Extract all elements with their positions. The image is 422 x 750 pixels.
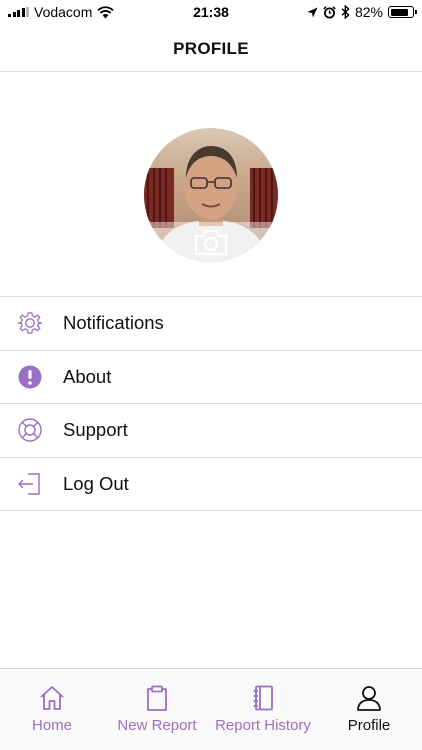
menu-item-about[interactable]: About: [0, 351, 422, 404]
tab-bar: Home New Report Report History Profile: [0, 668, 422, 750]
status-right: 82%: [307, 4, 417, 20]
home-icon: [40, 686, 64, 710]
battery-percentage: 82%: [354, 4, 383, 20]
tab-home[interactable]: Home: [0, 669, 104, 750]
tab-label-new-report: New Report: [117, 717, 197, 734]
tab-label-home: Home: [31, 717, 72, 734]
camera-icon[interactable]: [194, 228, 228, 256]
tab-profile[interactable]: Profile: [316, 669, 422, 750]
menu-label-notifications: Notifications: [63, 312, 164, 334]
menu-item-logout[interactable]: Log Out: [0, 458, 422, 511]
logout-icon: [18, 473, 40, 495]
alarm-clock-icon: [323, 5, 336, 18]
profile-menu: Notifications About Support Log Out: [0, 296, 422, 511]
page-title: PROFILE: [173, 38, 249, 58]
clipboard-icon: [147, 685, 167, 711]
battery-icon: [388, 6, 417, 18]
profile-screen: Vodacom 21:38 82% PROFILE Notifications …: [0, 0, 422, 750]
tab-report-history[interactable]: Report History: [210, 669, 316, 750]
profile-avatar[interactable]: [144, 128, 278, 262]
menu-label-support: Support: [63, 419, 128, 441]
tab-label-report-history: Report History: [215, 717, 311, 734]
status-bar: Vodacom 21:38 82%: [0, 0, 422, 26]
info-exclamation-icon: [18, 365, 42, 389]
notebook-icon: [253, 685, 273, 711]
lifebuoy-icon: [18, 418, 42, 442]
menu-item-notifications[interactable]: Notifications: [0, 297, 422, 351]
gear-icon: [17, 312, 43, 334]
menu-item-support[interactable]: Support: [0, 404, 422, 458]
tab-new-report[interactable]: New Report: [104, 669, 210, 750]
menu-label-about: About: [63, 365, 112, 387]
user-icon: [357, 686, 381, 711]
menu-label-logout: Log Out: [63, 472, 129, 494]
bluetooth-icon: [341, 5, 350, 19]
tab-label-profile: Profile: [347, 717, 391, 734]
nav-header: PROFILE: [0, 26, 422, 72]
battery-fill: [390, 8, 408, 16]
location-arrow-icon: [307, 7, 318, 17]
